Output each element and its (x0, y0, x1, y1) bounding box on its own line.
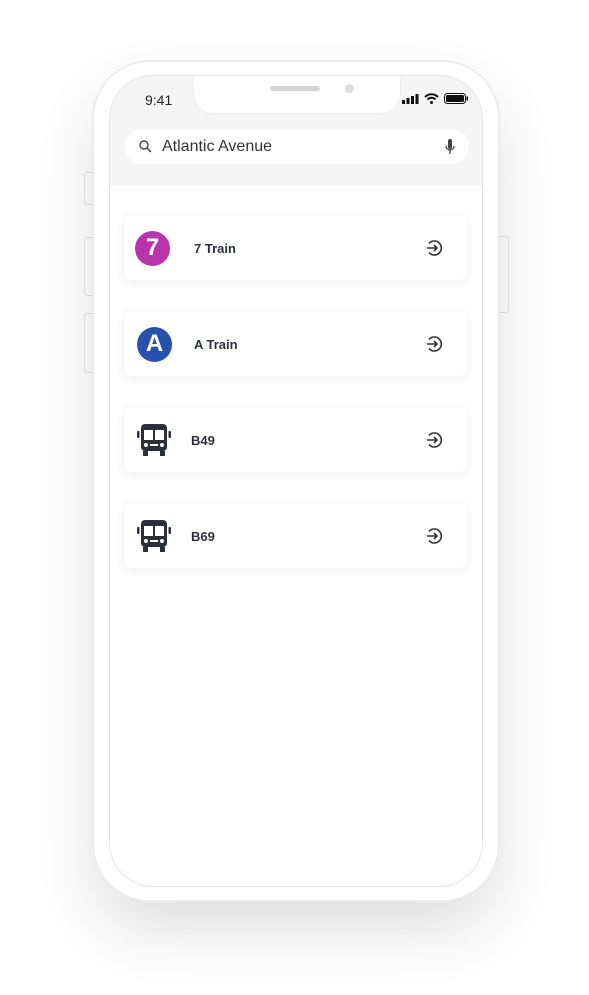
arrow-right-circle-icon[interactable] (425, 335, 443, 353)
route-card-7-train[interactable]: 7 7 Train (124, 216, 467, 280)
arrow-right-circle-icon[interactable] (425, 527, 443, 545)
route-card-a-train[interactable]: A A Train (124, 312, 467, 376)
search-input[interactable]: Atlantic Avenue (162, 138, 445, 156)
wifi-icon (424, 93, 439, 104)
search-icon (139, 140, 152, 153)
7-train-badge: 7 (135, 230, 170, 266)
route-label: B69 (191, 528, 215, 544)
bus-icon (137, 520, 171, 552)
header: 9:41 Atlantic Avenue (110, 76, 482, 186)
route-label: 7 Train (194, 240, 236, 256)
camera (345, 84, 354, 93)
route-label: B49 (191, 432, 215, 448)
route-card-b49[interactable]: B49 (124, 408, 467, 472)
route-label: A Train (194, 336, 238, 352)
signal-icon (402, 93, 419, 104)
a-train-badge: A (137, 326, 172, 362)
route-card-b69[interactable]: B69 (124, 504, 467, 568)
arrow-right-circle-icon[interactable] (425, 239, 443, 257)
screen: 9:41 Atlantic Avenue 7 7 Train A A Train… (109, 75, 483, 887)
speaker (270, 86, 320, 91)
status-icons (402, 93, 468, 104)
notch (193, 76, 401, 114)
bus-icon (137, 424, 171, 456)
microphone-icon[interactable] (445, 138, 455, 155)
power-button (499, 236, 509, 313)
status-time: 9:41 (145, 92, 173, 108)
battery-icon (444, 93, 468, 104)
search-bar[interactable]: Atlantic Avenue (125, 129, 469, 164)
arrow-right-circle-icon[interactable] (425, 431, 443, 449)
